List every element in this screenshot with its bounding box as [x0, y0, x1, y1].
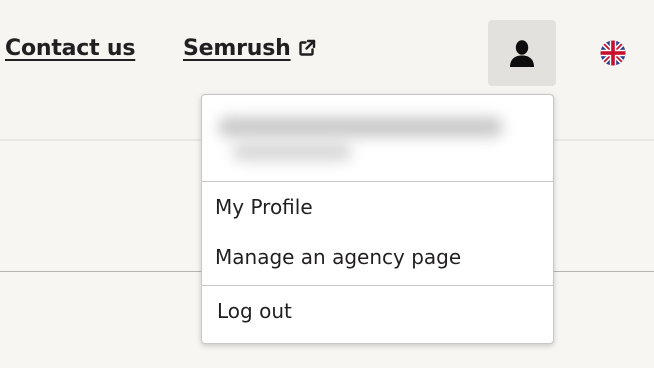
user-dropdown-menu: My Profile Manage an agency page Log out — [201, 94, 554, 344]
contact-us-link[interactable]: Contact us — [5, 36, 135, 61]
menu-item-my-profile[interactable]: My Profile — [202, 195, 553, 219]
menu-item-log-out[interactable]: Log out — [202, 299, 553, 323]
language-selector[interactable] — [600, 40, 626, 66]
page: Contact us Semrush My Profile Manage an … — [0, 0, 654, 368]
semrush-link-label: Semrush — [183, 36, 291, 61]
account-info-redacted — [202, 95, 553, 182]
uk-flag-icon — [600, 40, 626, 66]
semrush-link[interactable]: Semrush — [183, 36, 316, 61]
user-menu-button[interactable] — [488, 20, 556, 86]
external-link-icon — [298, 39, 315, 56]
menu-divider — [202, 285, 553, 286]
menu-item-manage-agency-page[interactable]: Manage an agency page — [202, 245, 553, 269]
user-icon — [510, 40, 534, 67]
